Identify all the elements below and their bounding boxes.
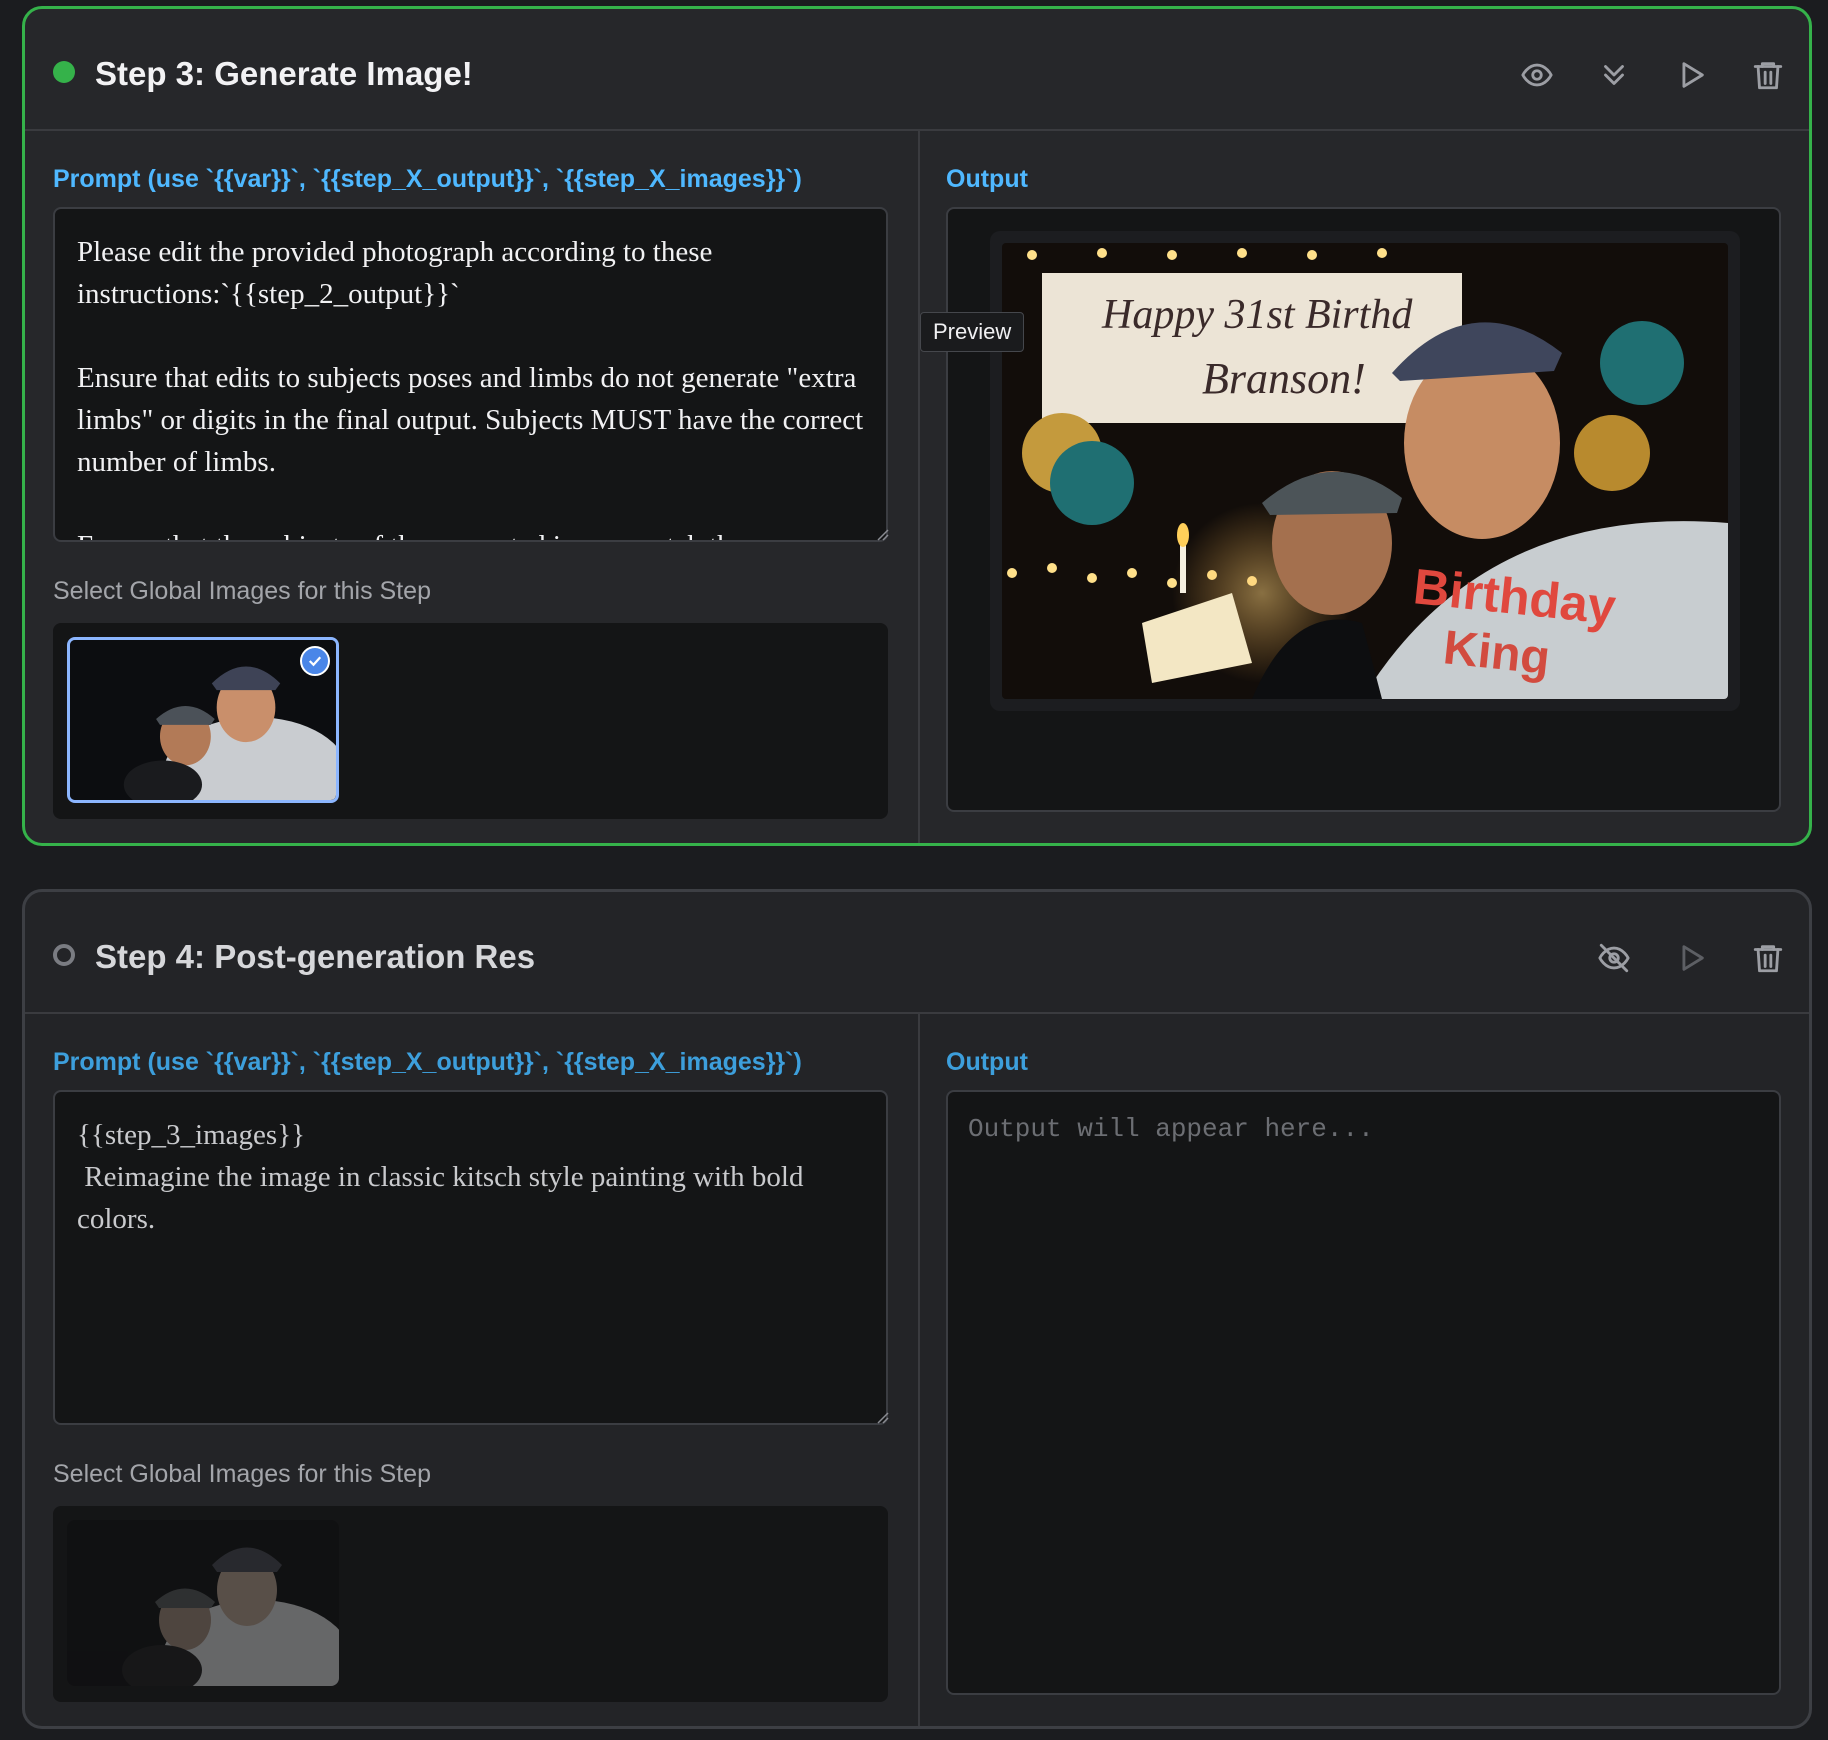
output-panel: Happy 31st Birthd Branson! Birthday King [946, 207, 1781, 812]
output-label: Output [946, 165, 1028, 193]
resize-handle[interactable] [875, 527, 889, 541]
eye-off-icon[interactable] [1594, 938, 1634, 978]
column-divider [918, 1014, 920, 1726]
step-title[interactable]: Step 3: Generate Image! [95, 55, 473, 93]
global-images-gallery [53, 1506, 888, 1702]
output-panel: Output will appear here... [946, 1090, 1781, 1695]
output-placeholder: Output will appear here... [968, 1114, 1374, 1144]
photo-thumbnail [70, 640, 336, 800]
prompt-textarea[interactable]: Please edit the provided photograph acco… [53, 207, 888, 542]
status-dot-idle [53, 944, 75, 966]
global-images-gallery [53, 623, 888, 819]
global-image-thumbnail[interactable] [67, 1520, 339, 1686]
shirt-text-line2: King [1441, 621, 1553, 685]
step-card-3: Step 3: Generate Image! Prompt (use `{{v… [22, 6, 1812, 846]
output-image-frame[interactable]: Happy 31st Birthd Branson! Birthday King [990, 231, 1740, 711]
play-icon[interactable] [1671, 938, 1711, 978]
global-images-label: Select Global Images for this Step [53, 1460, 431, 1488]
global-images-label: Select Global Images for this Step [53, 577, 431, 605]
step-header: Step 3: Generate Image! [25, 9, 1809, 131]
step-header: Step 4: Post-generation Res [25, 892, 1809, 1014]
prompt-textarea[interactable]: {{step_3_images}} Reimagine the image in… [53, 1090, 888, 1425]
selected-check-icon [300, 646, 330, 676]
step-card-4: Step 4: Post-generation Res Prompt (use … [22, 889, 1812, 1729]
resize-handle[interactable] [875, 1410, 889, 1424]
prompt-label: Prompt (use `{{var}}`, `{{step_X_output}… [53, 165, 802, 193]
generated-image: Happy 31st Birthd Branson! Birthday King [1002, 243, 1728, 699]
chevrons-down-icon[interactable] [1594, 55, 1634, 95]
banner-text-line2: Branson! [1202, 354, 1366, 403]
banner-text-line1: Happy 31st Birthd [1101, 292, 1413, 338]
step-title[interactable]: Step 4: Post-generation Res [95, 938, 535, 976]
play-icon[interactable] [1671, 55, 1711, 95]
column-divider [918, 131, 920, 843]
preview-tooltip: Preview [920, 312, 1025, 352]
prompt-label: Prompt (use `{{var}}`, `{{step_X_output}… [53, 1048, 802, 1076]
eye-icon[interactable] [1517, 55, 1557, 95]
output-label: Output [946, 1048, 1028, 1076]
status-dot-running [53, 61, 75, 83]
trash-icon[interactable] [1748, 55, 1788, 95]
photo-thumbnail [67, 1520, 339, 1686]
trash-icon[interactable] [1748, 938, 1788, 978]
global-image-thumbnail[interactable] [67, 637, 339, 803]
